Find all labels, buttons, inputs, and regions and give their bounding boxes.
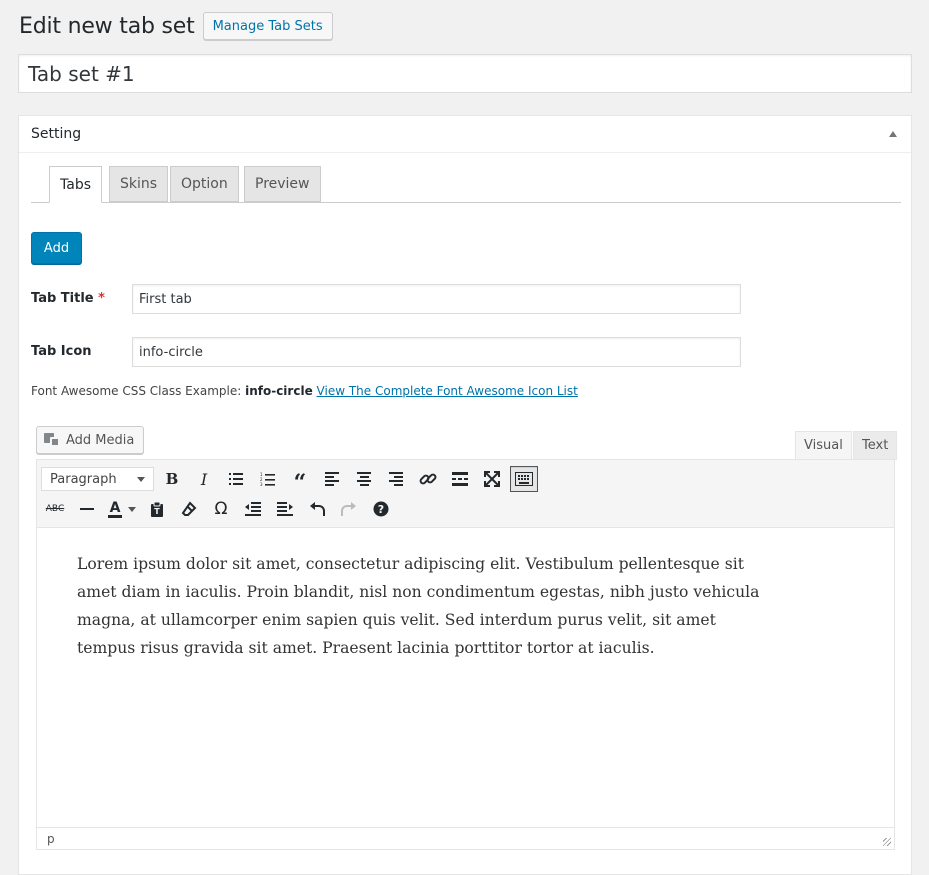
- bullet-list-icon[interactable]: [222, 466, 250, 492]
- text-color-icon[interactable]: A: [105, 496, 139, 522]
- svg-text:3: 3: [260, 482, 263, 486]
- tab-skins[interactable]: Skins: [109, 166, 169, 202]
- paste-text-icon[interactable]: T: [143, 496, 171, 522]
- collapse-arrow-icon[interactable]: [889, 131, 897, 137]
- toolbar-row-2: ABC A T Ω ?: [41, 495, 399, 523]
- italic-icon[interactable]: I: [190, 466, 218, 492]
- format-select[interactable]: Paragraph: [41, 467, 154, 491]
- tab-preview[interactable]: Preview: [244, 166, 321, 202]
- editor-content[interactable]: Lorem ipsum dolor sit amet, consectetur …: [77, 550, 777, 662]
- bold-icon[interactable]: B: [158, 466, 186, 492]
- align-right-icon[interactable]: [382, 466, 410, 492]
- strikethrough-icon[interactable]: ABC: [41, 496, 69, 522]
- rich-text-editor: Paragraph B I 123 “ ABC A T Ω ? Lorem ip…: [36, 459, 895, 850]
- indent-icon[interactable]: [271, 496, 299, 522]
- media-icon: [44, 432, 60, 448]
- horizontal-line-icon[interactable]: [73, 496, 101, 522]
- editor-toolbar: Paragraph B I 123 “ ABC A T Ω ?: [37, 460, 894, 528]
- resize-handle-icon[interactable]: [883, 838, 891, 846]
- help-icon[interactable]: ?: [367, 496, 395, 522]
- postbox-title: Setting: [31, 126, 82, 142]
- tab-title-label: Tab Title *: [31, 291, 105, 306]
- outdent-icon[interactable]: [239, 496, 267, 522]
- numbered-list-icon[interactable]: 123: [254, 466, 282, 492]
- align-left-icon[interactable]: [318, 466, 346, 492]
- toolbar-toggle-icon[interactable]: [510, 466, 538, 492]
- editor-tab-text[interactable]: Text: [853, 431, 898, 460]
- font-awesome-note: Font Awesome CSS Class Example: info-cir…: [31, 384, 578, 398]
- clear-formatting-icon[interactable]: [175, 496, 203, 522]
- manage-tab-sets-button[interactable]: Manage Tab Sets: [202, 12, 333, 40]
- link-icon[interactable]: [414, 466, 442, 492]
- page-header: Edit new tab set Manage Tab Sets: [19, 12, 333, 40]
- tab-title-input[interactable]: First tab: [132, 284, 741, 314]
- tab-option[interactable]: Option: [170, 166, 239, 202]
- tab-icon-input[interactable]: info-circle: [132, 337, 741, 367]
- add-media-button[interactable]: Add Media: [36, 426, 145, 454]
- postbox-header[interactable]: Setting: [19, 116, 911, 153]
- editor-status-bar: p: [37, 827, 894, 849]
- tabset-title-input[interactable]: Tab set #1: [18, 54, 912, 93]
- blockquote-icon[interactable]: “: [286, 466, 314, 494]
- svg-text:T: T: [154, 507, 160, 516]
- redo-icon[interactable]: [335, 496, 363, 522]
- special-character-icon[interactable]: Ω: [207, 496, 235, 522]
- read-more-icon[interactable]: [446, 466, 474, 492]
- svg-text:?: ?: [378, 503, 384, 516]
- undo-icon[interactable]: [303, 496, 331, 522]
- fullscreen-icon[interactable]: [478, 466, 506, 492]
- fa-icon-list-link[interactable]: View The Complete Font Awesome Icon List: [317, 384, 578, 398]
- setting-postbox: Setting Tabs Skins Option Preview Add Ta…: [18, 115, 912, 875]
- page-title: Edit new tab set: [19, 13, 195, 39]
- tab-tabs[interactable]: Tabs: [49, 166, 102, 203]
- align-center-icon[interactable]: [350, 466, 378, 492]
- tab-icon-label: Tab Icon: [31, 344, 92, 359]
- required-mark: *: [98, 291, 105, 306]
- settings-tabs: Tabs Skins Option Preview: [31, 166, 901, 203]
- chevron-down-icon: [137, 476, 145, 482]
- editor-tab-visual[interactable]: Visual: [795, 431, 852, 460]
- element-path[interactable]: p: [47, 832, 55, 846]
- fa-example-class: info-circle: [245, 384, 313, 398]
- toolbar-row-1: Paragraph B I 123 “: [41, 465, 542, 494]
- add-button[interactable]: Add: [31, 232, 82, 264]
